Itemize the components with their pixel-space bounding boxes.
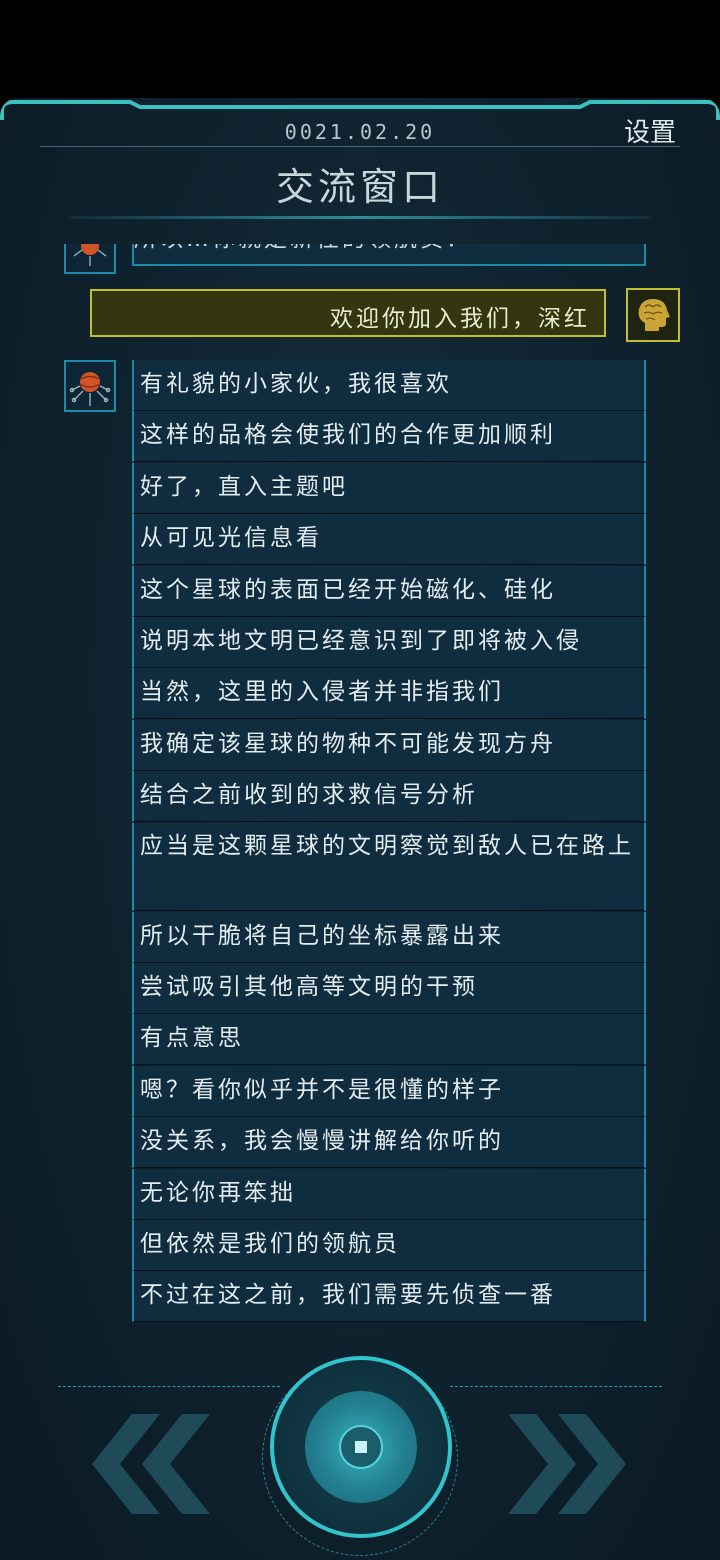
alien-message: 这样的品格会使我们的合作更加顺利 bbox=[132, 411, 646, 463]
alien-message: 嗯？看你似乎并不是很懂的样子 bbox=[132, 1065, 646, 1117]
game-panel: 0021.02.20 设置 交流窗口 所以…你就是新任的领航员？ 欢迎你加入我们… bbox=[0, 98, 720, 1560]
chat-message-partial: 所以…你就是新任的领航员？ bbox=[132, 244, 646, 266]
chat-log[interactable]: 所以…你就是新任的领航员？ 欢迎你加入我们，深红 有礼貌的小家伙，我很喜欢这样的 bbox=[0, 244, 720, 1324]
header-divider bbox=[40, 146, 680, 147]
alien-message: 我确定该星球的物种不可能发现方舟 bbox=[132, 719, 646, 771]
alien-message: 尝试吸引其他高等文明的干预 bbox=[132, 963, 646, 1014]
alien-message: 应当是这颗星球的文明察觉到敌人已在路上 bbox=[132, 822, 646, 911]
alien-message: 当然，这里的入侵者并非指我们 bbox=[132, 668, 646, 720]
alien-message: 没关系，我会慢慢讲解给你听的 bbox=[132, 1117, 646, 1169]
alien-avatar-icon bbox=[64, 244, 116, 274]
alien-message: 无论你再笨拙 bbox=[132, 1168, 646, 1220]
bottom-dashed-line-left bbox=[58, 1386, 280, 1387]
alien-message: 从可见光信息看 bbox=[132, 514, 646, 566]
alien-message: 有点意思 bbox=[132, 1014, 646, 1066]
alien-message: 这个星球的表面已经开始磁化、硅化 bbox=[132, 565, 646, 617]
next-double-chevron-icon[interactable] bbox=[506, 1404, 656, 1524]
alien-message: 所以干脆将自己的坐标暴露出来 bbox=[132, 911, 646, 963]
prev-double-chevron-icon[interactable] bbox=[62, 1404, 212, 1524]
alien-message: 有礼貌的小家伙，我很喜欢 bbox=[132, 360, 646, 411]
alien-avatar-icon bbox=[64, 360, 116, 412]
game-date: 0021.02.20 bbox=[284, 120, 436, 144]
alien-message: 不过在这之前，我们需要先侦查一番 bbox=[132, 1271, 646, 1323]
chat-message-partial-text: 所以…你就是新任的领航员？ bbox=[134, 244, 472, 252]
alien-message: 但依然是我们的领航员 bbox=[132, 1220, 646, 1271]
settings-button[interactable]: 设置 bbox=[624, 112, 676, 149]
page-title: 交流窗口 bbox=[275, 165, 444, 209]
bottom-dashed-line-right bbox=[450, 1386, 662, 1387]
alien-message: 结合之前收到的求救信号分析 bbox=[132, 771, 646, 823]
alien-message: 说明本地文明已经意识到了即将被入侵 bbox=[132, 617, 646, 668]
alien-message: 好了，直入主题吧 bbox=[132, 462, 646, 514]
player-avatar-icon bbox=[626, 288, 680, 342]
dial-core-icon[interactable] bbox=[339, 1425, 383, 1469]
player-message: 欢迎你加入我们，深红 bbox=[90, 289, 606, 337]
title-underline bbox=[68, 216, 652, 219]
top-frame bbox=[0, 100, 720, 120]
